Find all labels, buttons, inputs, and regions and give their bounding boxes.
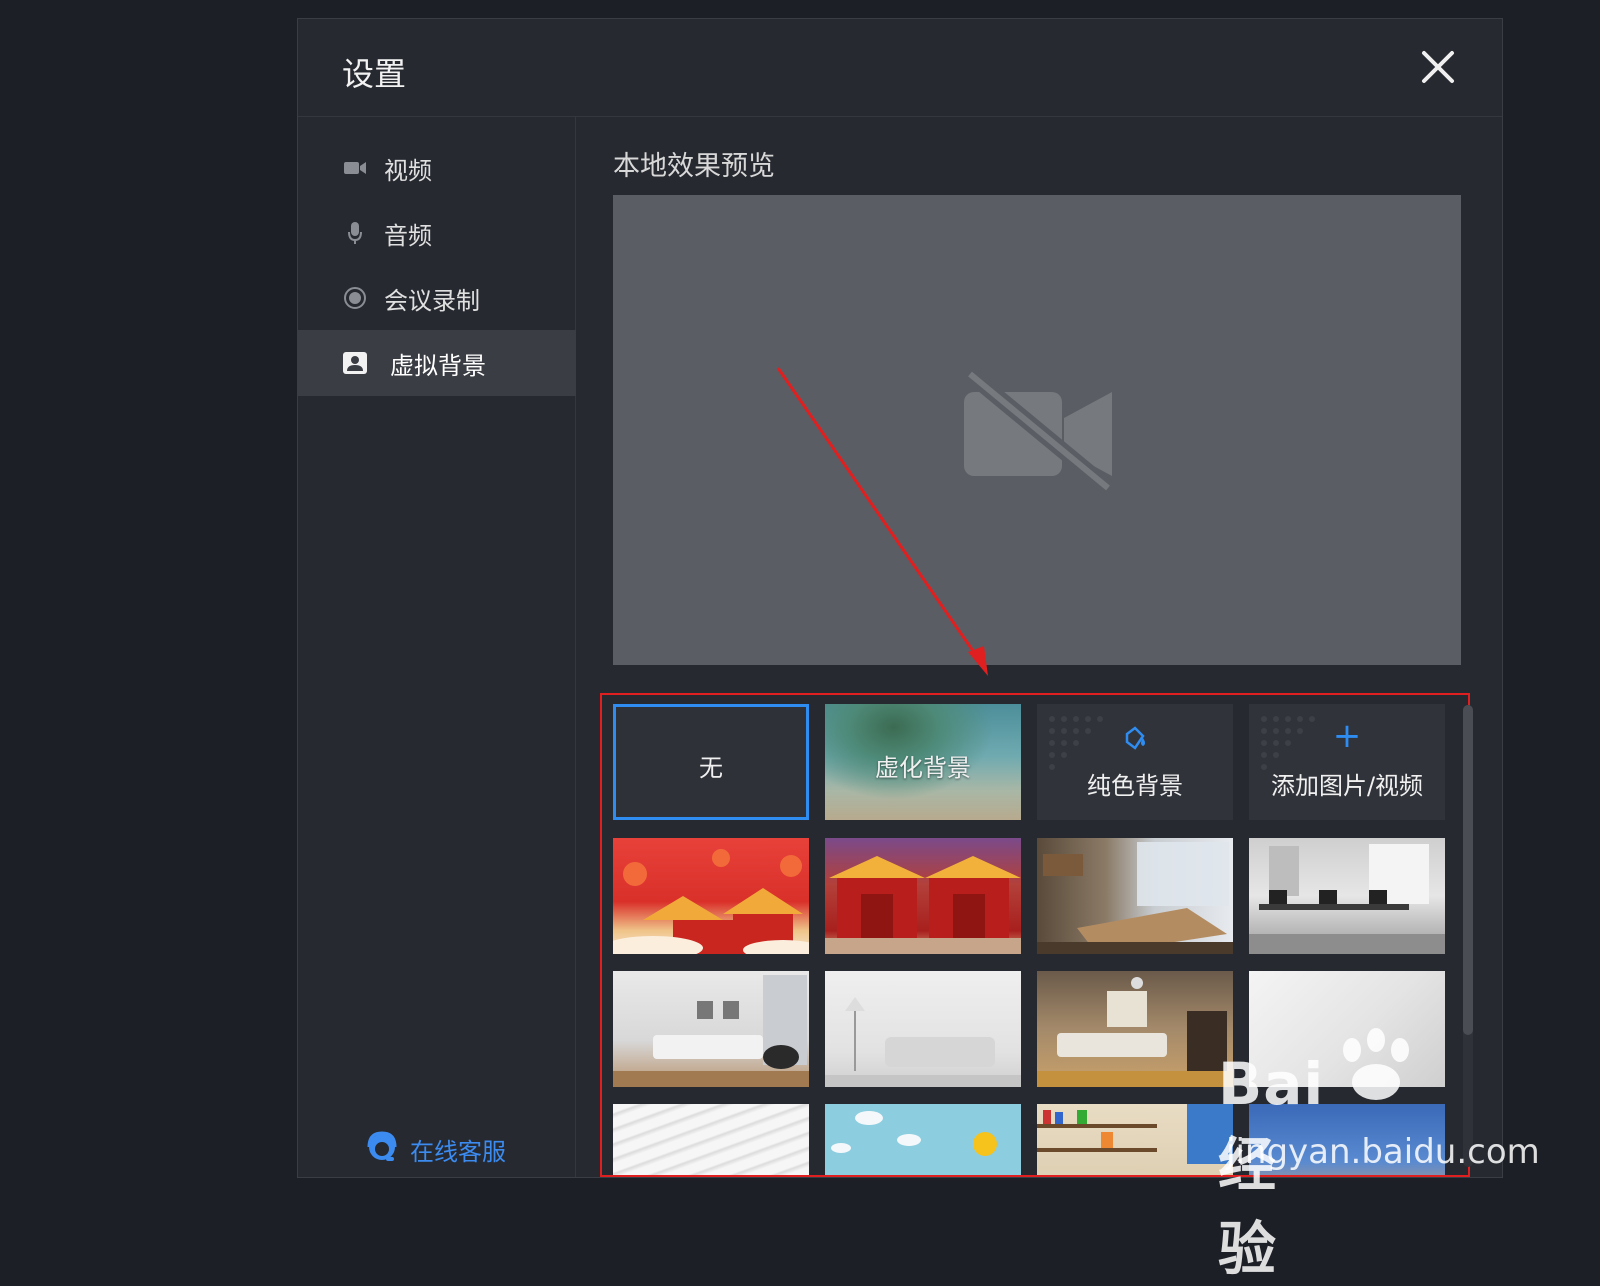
headset-icon [364, 1129, 400, 1169]
sidebar-item-label: 音频 [384, 221, 432, 250]
meeting-room-image [1037, 842, 1233, 954]
close-icon [1422, 51, 1454, 83]
background-thumbnail-cartoon-room[interactable] [1249, 1104, 1445, 1175]
tile-label: 虚化背景 [875, 754, 971, 782]
background-thumbnail-new-year-2[interactable] [825, 838, 1021, 954]
tile-label: 纯色背景 [1087, 772, 1183, 800]
background-thumbnail-bookshelf[interactable] [1037, 1104, 1233, 1175]
microphone-icon [342, 220, 368, 246]
sky-sun-image [831, 1111, 997, 1156]
background-thumbnail-living-room-2[interactable] [825, 971, 1021, 1087]
office-image [1249, 844, 1445, 954]
online-support-link[interactable]: 在线客服 [364, 1129, 506, 1169]
sidebar-item-video[interactable]: 视频 [298, 135, 576, 201]
temple-gates-image [825, 856, 1021, 954]
background-thumbnail-office[interactable] [1249, 838, 1445, 954]
tile-label: 无 [699, 754, 723, 782]
dialog-header: 设置 [298, 19, 1502, 117]
video-camera-icon [342, 155, 368, 181]
background-grid-scrollbar[interactable] [1463, 705, 1473, 1167]
settings-dialog: 设置 视频 音频 会议录制 虚拟背景 在线客服 本地效果预览 无 虚化背景 纯色… [297, 18, 1503, 1178]
background-thumbnail-new-year-1[interactable] [613, 838, 809, 954]
tile-label: 添加图片/视频 [1270, 772, 1424, 800]
add-image-video-tile[interactable]: + 添加图片/视频 [1249, 704, 1445, 820]
record-icon [342, 285, 368, 311]
paint-bucket-icon [1037, 724, 1233, 756]
settings-sidebar: 视频 音频 会议录制 虚拟背景 在线客服 [298, 117, 576, 1177]
background-none-tile[interactable]: 无 [613, 704, 809, 820]
sidebar-item-label: 视频 [384, 156, 432, 185]
living-room-image [613, 975, 809, 1087]
background-thumbnail-sky-sun[interactable] [825, 1104, 1021, 1175]
portrait-icon [342, 350, 368, 376]
sidebar-item-recording[interactable]: 会议录制 [298, 265, 576, 331]
sidebar-item-virtual-background[interactable]: 虚拟背景 [298, 330, 576, 396]
lounge-image [1037, 977, 1233, 1087]
support-label: 在线客服 [410, 1137, 506, 1166]
background-grid: 无 虚化背景 纯色背景 + 添加图片/视频 [600, 693, 1470, 1177]
sofa-room-image [825, 997, 1021, 1087]
scrollbar-thumb[interactable] [1463, 705, 1473, 1035]
background-thumbnail-living-room-1[interactable] [613, 971, 809, 1087]
local-preview [613, 195, 1461, 665]
plus-icon: + [1332, 716, 1362, 756]
camera-off-icon [964, 370, 1114, 494]
sidebar-item-label: 虚拟背景 [390, 351, 486, 380]
dialog-title: 设置 [342, 55, 407, 93]
sidebar-item-audio[interactable]: 音频 [298, 200, 576, 266]
virtual-background-panel: 本地效果预览 无 虚化背景 纯色背景 + 添加图片/视频 [576, 117, 1502, 1177]
sidebar-item-label: 会议录制 [384, 286, 480, 315]
background-thumbnail-white-curves[interactable] [613, 1104, 809, 1175]
preview-title: 本地效果预览 [613, 151, 775, 182]
lanterns-image [613, 849, 809, 954]
background-solid-tile[interactable]: 纯色背景 [1037, 704, 1233, 820]
background-blur-tile[interactable]: 虚化背景 [825, 704, 1021, 820]
background-thumbnail-white-room[interactable] [1249, 971, 1445, 1087]
background-thumbnail-living-room-3[interactable] [1037, 971, 1233, 1087]
close-button[interactable] [1418, 47, 1458, 87]
bookshelf-image [1037, 1104, 1233, 1164]
background-thumbnail-meeting-room[interactable] [1037, 838, 1233, 954]
